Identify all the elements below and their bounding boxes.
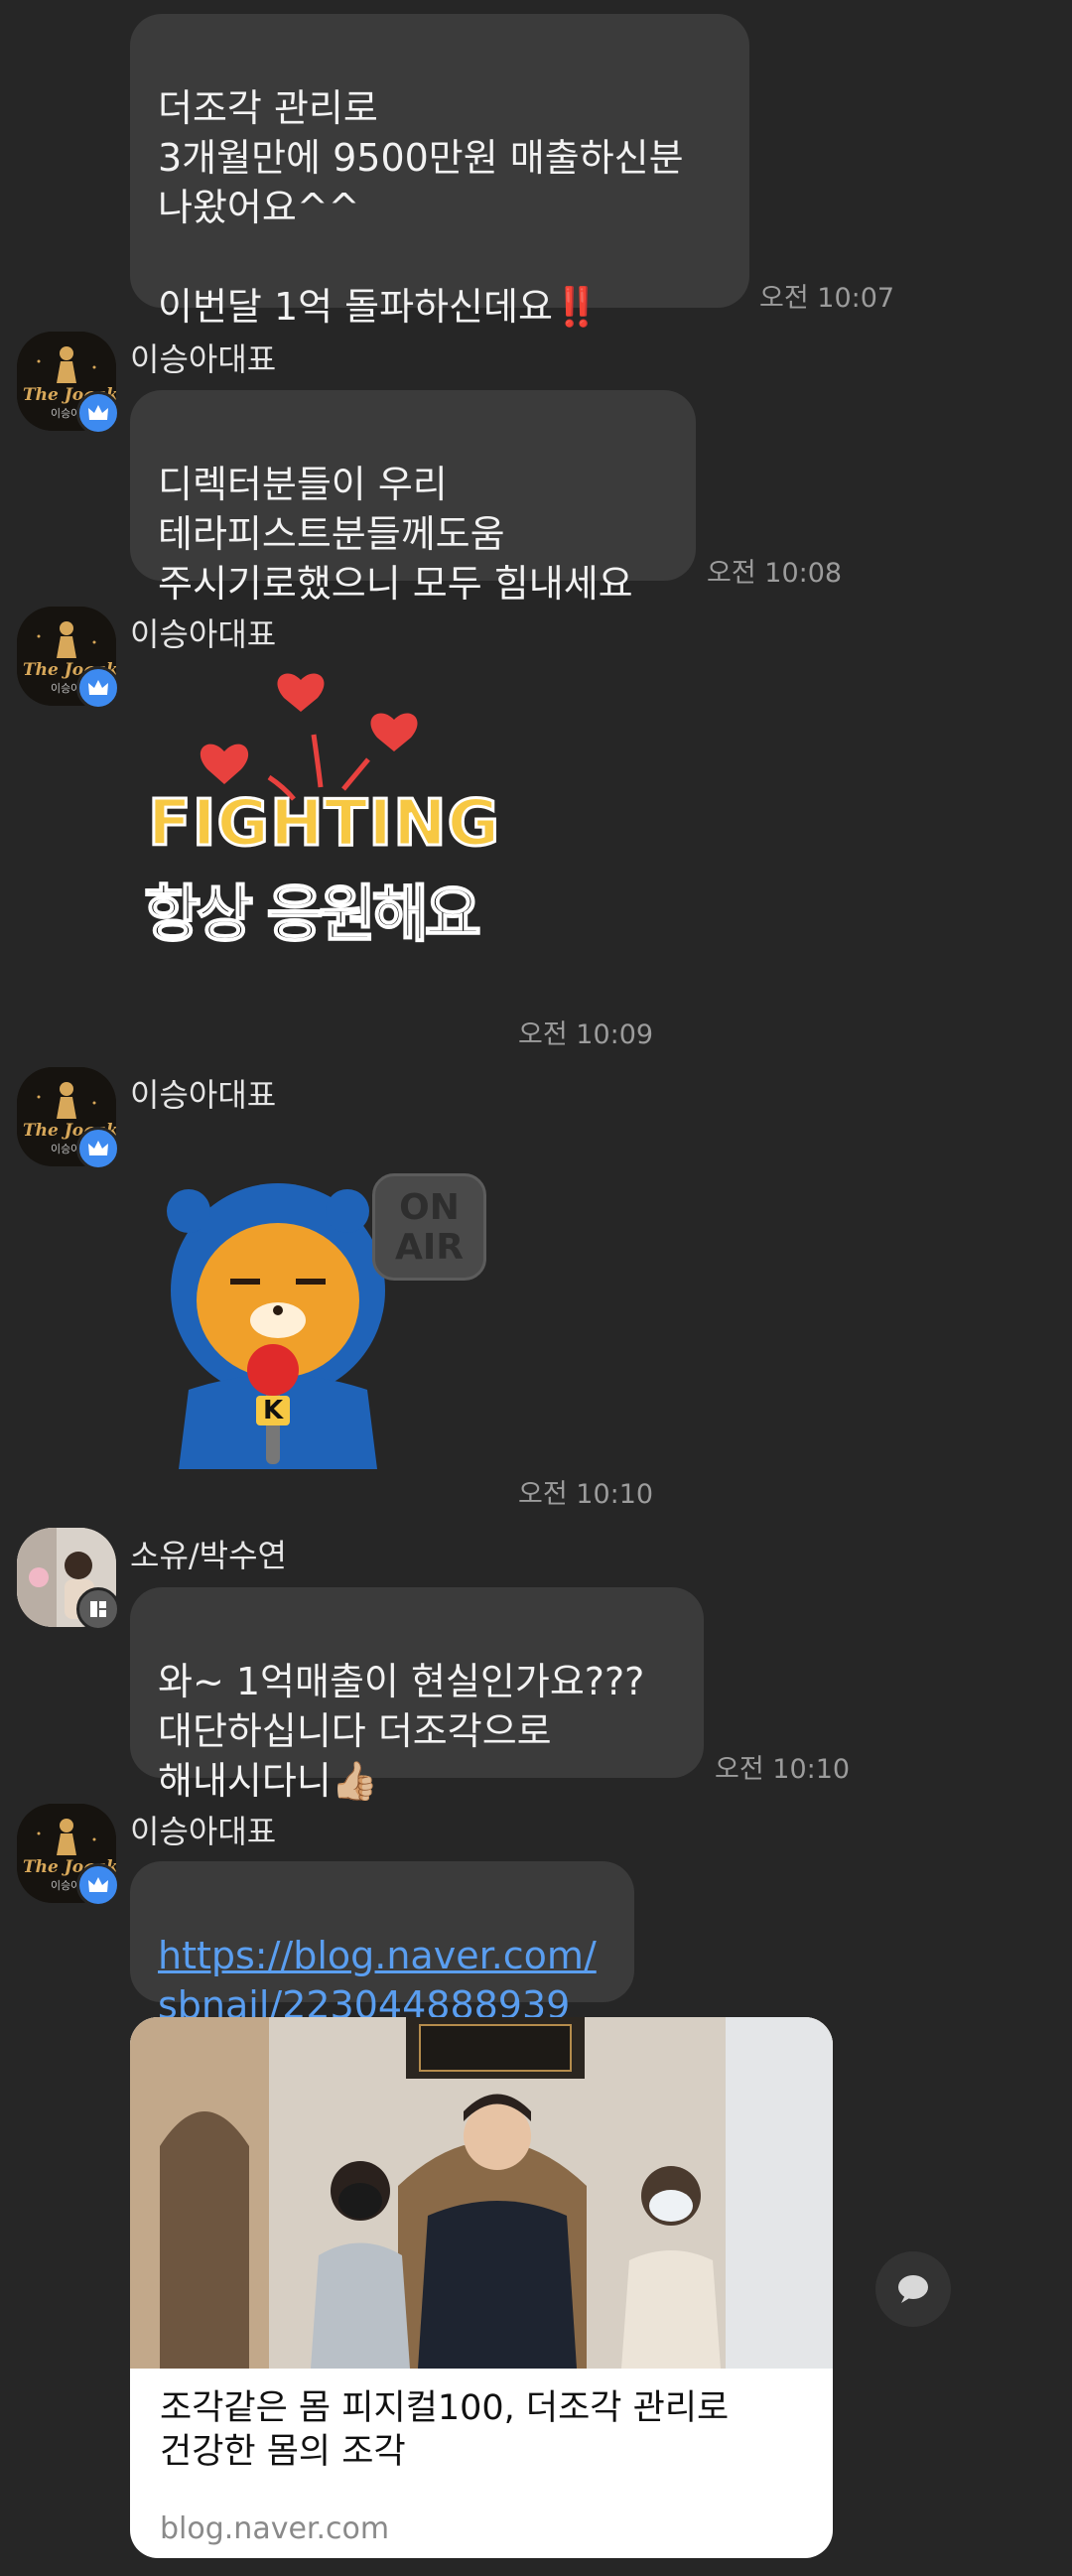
avatar[interactable]: The Jogak 이승아 [17, 1067, 120, 1170]
message-timestamp: 오전 10:09 [518, 1019, 654, 1050]
message-bubble[interactable]: 더조각 관리로 3개월만에 9500만원 매출하신분 나왔어요^^ 이번달 1억… [130, 14, 749, 329]
link-preview-card[interactable]: 조각같은 몸 피지컬100, 더조각 관리로 건강한 몸의 조각 blog.na… [130, 2017, 833, 2558]
fighting-sticker[interactable]: FIGHTING 항상 응원해요 [130, 660, 517, 958]
onair-sticker[interactable]: K ON AIR [149, 1171, 496, 1479]
crown-icon [76, 1863, 120, 1907]
avatar[interactable]: The Jogak 이승아 [17, 332, 120, 435]
sender-name: 소유/박수연 [130, 1537, 287, 1574]
avatar[interactable]: The Jogak 이승아 [17, 607, 120, 710]
preview-domain: blog.naver.com [160, 2511, 390, 2546]
avatar[interactable] [17, 1528, 120, 1631]
preview-photo [130, 2017, 833, 2369]
message-text: 디렉터분들이 우리 테라피스트분들께도움 주시기로했으니 모두 힘내세요 [158, 463, 633, 606]
message-timestamp: 오전 10:08 [707, 558, 843, 589]
message-timestamp: 오전 10:07 [759, 283, 895, 314]
onair-sign: ON AIR [372, 1173, 486, 1281]
avatar[interactable]: The Jogak 이승아 [17, 1804, 120, 1907]
grid-icon [76, 1587, 120, 1631]
link-bubble[interactable]: https://blog.naver.com/ sbnail/223044888… [130, 1861, 634, 2027]
message-bubble[interactable]: 와~ 1억매출이 현실인가요??? 대단하십니다 더조각으로 해내시다니👍🏼 [130, 1587, 704, 1803]
message-timestamp: 오전 10:10 [715, 1754, 851, 1785]
crown-icon [76, 391, 120, 435]
speech-bubble-icon [898, 2275, 928, 2303]
preview-image [130, 2017, 833, 2369]
sticker-title: FIGHTING [146, 786, 501, 863]
message-text: 와~ 1억매출이 현실인가요??? 대단하십니다 더조각으로 해내시다니 [158, 1660, 645, 1803]
thumbs-up-emoji: 👍🏼 [331, 1759, 379, 1803]
crown-icon [76, 666, 120, 710]
message-bubble[interactable]: 디렉터분들이 우리 테라피스트분들께도움 주시기로했으니 모두 힘내세요 [130, 390, 696, 606]
crown-icon [76, 1127, 120, 1170]
sender-name: 이승아대표 [130, 615, 277, 653]
sender-name: 이승아대표 [130, 340, 277, 378]
message-text: 더조각 관리로 3개월만에 9500만원 매출하신분 나왔어요^^ 이번달 1억… [158, 86, 684, 329]
message-timestamp: 오전 10:10 [518, 1479, 654, 1510]
mic-letter: K [263, 1396, 284, 1425]
sender-name: 이승아대표 [130, 1076, 277, 1114]
blog-link[interactable]: https://blog.naver.com/ sbnail/223044888… [158, 1934, 597, 2027]
preview-title: 조각같은 몸 피지컬100, 더조각 관리로 건강한 몸의 조각 [160, 2388, 730, 2472]
comment-button[interactable] [875, 2251, 951, 2327]
double-exclamation-emoji: ‼️ [552, 285, 601, 329]
sender-name: 이승아대표 [130, 1813, 277, 1850]
sticker-subtitle: 항상 응원해요 [143, 877, 482, 951]
onair-text: ON AIR [395, 1187, 464, 1268]
